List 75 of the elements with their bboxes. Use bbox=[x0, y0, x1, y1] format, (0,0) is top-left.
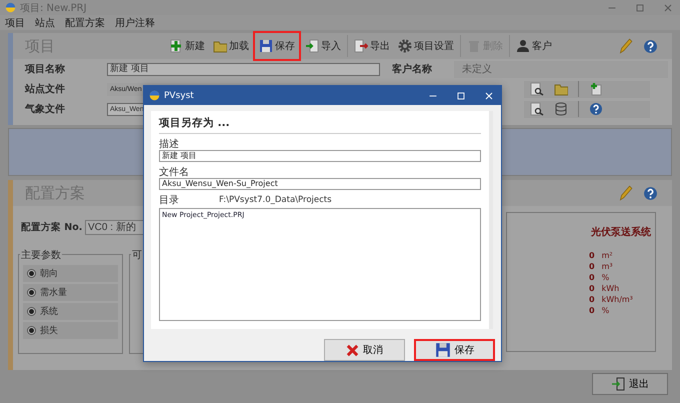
person-icon bbox=[516, 39, 530, 53]
result-unit: % bbox=[602, 306, 610, 317]
help-icon[interactable] bbox=[589, 102, 603, 116]
result-value: 0 bbox=[589, 306, 595, 317]
save-button[interactable]: 保存 bbox=[414, 339, 495, 361]
radio-indicator[interactable] bbox=[27, 307, 36, 316]
exit-button[interactable]: 退出 bbox=[592, 373, 668, 395]
app-logo-icon bbox=[149, 90, 160, 101]
dialog-heading: 项目另存为 ... bbox=[159, 111, 481, 134]
result-unit: kWh/m³ bbox=[602, 295, 633, 306]
toolbar-button[interactable]: 客户 bbox=[512, 34, 556, 58]
cancel-button[interactable]: 取消 bbox=[324, 339, 405, 361]
export-icon bbox=[354, 39, 368, 53]
field-label: 客户名称 bbox=[391, 62, 433, 76]
group-title: 可 bbox=[131, 248, 143, 262]
folder-icon bbox=[213, 39, 227, 53]
field-label: 配置方案 No. bbox=[20, 220, 84, 234]
option-row[interactable]: 系统 bbox=[23, 303, 118, 320]
database-icon[interactable] bbox=[554, 102, 568, 116]
result-unit: m³ bbox=[602, 262, 613, 273]
add-document-icon[interactable] bbox=[589, 82, 603, 96]
option-row[interactable]: 需水量 bbox=[23, 284, 118, 301]
toolbar-button[interactable]: 保存 bbox=[253, 31, 301, 61]
result-value: 0 bbox=[589, 273, 595, 284]
file-name-field[interactable]: Aksu_Wensu_Wen-Su_Project bbox=[159, 178, 481, 190]
description-field[interactable]: 新建 项目 bbox=[159, 150, 481, 162]
field-value: 未定义 bbox=[454, 60, 668, 78]
directory-path: F:\PVsyst7.0_Data\Projects bbox=[219, 194, 332, 204]
toolbar-button[interactable]: 导出 bbox=[350, 34, 394, 58]
option-label: 需水量 bbox=[40, 286, 67, 299]
exit-door-icon bbox=[611, 377, 625, 391]
option-row[interactable]: 损失 bbox=[23, 322, 118, 339]
result-value: 0 bbox=[589, 262, 595, 273]
result-value: 0 bbox=[589, 295, 595, 306]
toolbar-button[interactable]: 新建 bbox=[165, 34, 209, 58]
result-value: 0 bbox=[589, 251, 595, 262]
menu-item[interactable]: 站点 bbox=[35, 16, 55, 30]
result-unit: kWh bbox=[602, 284, 620, 295]
menu-item[interactable]: 配置方案 bbox=[65, 16, 105, 30]
result-unit: m² bbox=[602, 251, 613, 262]
import-icon bbox=[305, 39, 319, 53]
option-label: 损失 bbox=[40, 324, 58, 337]
menu-item[interactable]: 用户注释 bbox=[115, 16, 155, 30]
document-search-icon[interactable] bbox=[530, 82, 544, 96]
field-label: 文件名 bbox=[159, 166, 190, 178]
radio-indicator[interactable] bbox=[27, 269, 36, 278]
field-label: 目录 bbox=[159, 194, 179, 206]
group-title: 主要参数 bbox=[20, 248, 62, 262]
help-icon[interactable] bbox=[643, 38, 658, 54]
field-label: 站点文件 bbox=[24, 82, 66, 96]
option-label: 朝向 bbox=[40, 268, 58, 280]
toolbar-button[interactable]: 项目设置 bbox=[394, 34, 458, 58]
option-row[interactable]: 朝向 bbox=[23, 265, 118, 282]
help-icon[interactable] bbox=[643, 186, 658, 200]
app-logo-icon bbox=[5, 2, 16, 13]
radio-indicator[interactable] bbox=[27, 288, 36, 297]
result-unit: % bbox=[602, 273, 610, 284]
field-label: 描述 bbox=[159, 138, 180, 150]
cancel-icon bbox=[346, 344, 359, 356]
toolbar-button[interactable]: 导入 bbox=[301, 34, 345, 58]
window-title: 项目: New.PRJ bbox=[20, 2, 87, 14]
radio-indicator[interactable] bbox=[27, 326, 36, 335]
menu-item[interactable]: 项目 bbox=[5, 16, 25, 30]
add-document-icon bbox=[169, 39, 183, 53]
option-label: 系统 bbox=[40, 306, 58, 318]
gear-icon bbox=[398, 39, 412, 53]
document-search-icon[interactable] bbox=[530, 102, 544, 116]
field-label: 项目名称 bbox=[24, 62, 66, 76]
close-icon[interactable] bbox=[483, 90, 495, 102]
field-label: 气象文件 bbox=[24, 102, 66, 116]
result-value: 0 bbox=[589, 284, 595, 295]
results-title: 光伏泵送系统 bbox=[591, 226, 651, 239]
toolbar-button[interactable]: 加载 bbox=[209, 34, 253, 58]
maximize-icon[interactable] bbox=[455, 90, 467, 102]
input-field[interactable]: 新建 项目 bbox=[107, 62, 380, 76]
